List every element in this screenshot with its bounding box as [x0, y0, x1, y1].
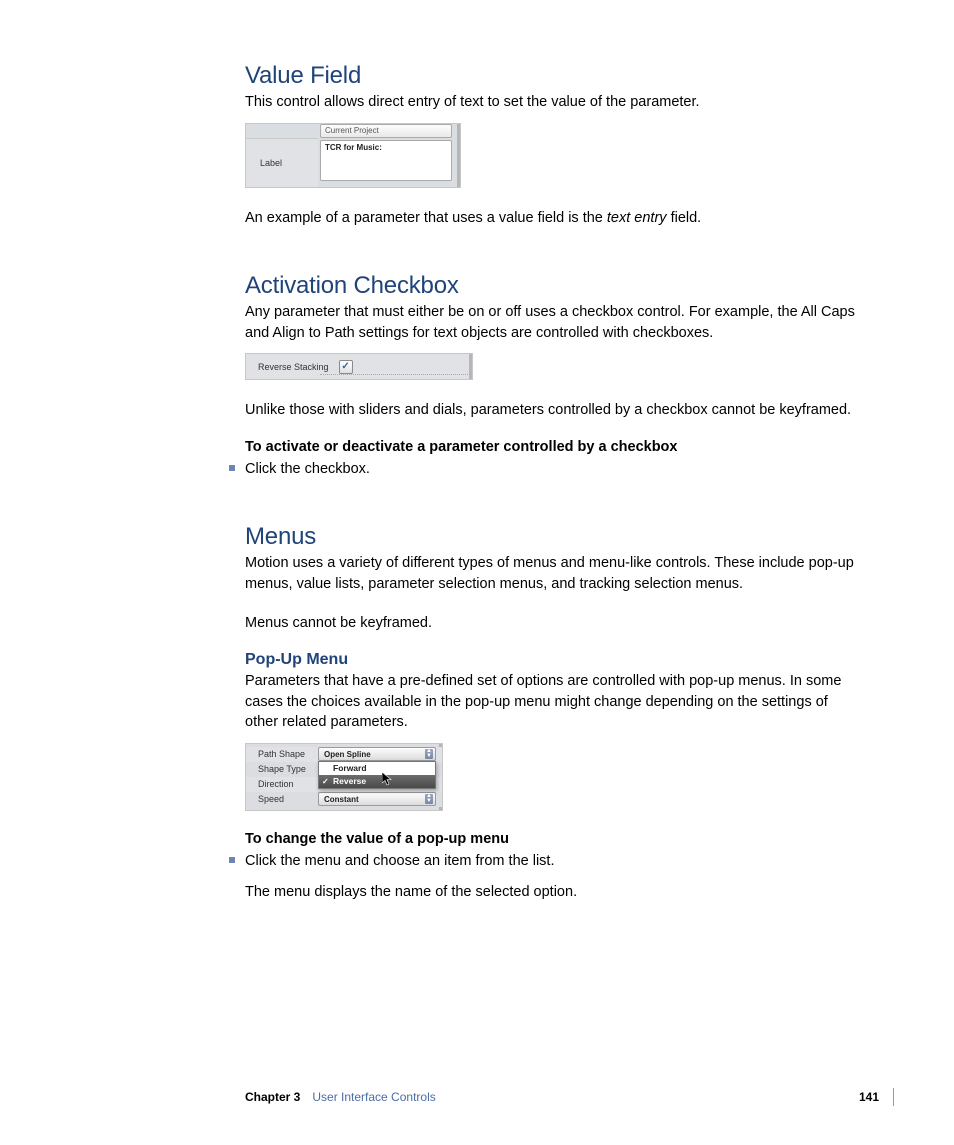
- paragraph: Motion uses a variety of different types…: [245, 553, 864, 594]
- cursor-icon: [382, 772, 392, 786]
- paragraph: Parameters that have a pre-defined set o…: [245, 671, 864, 733]
- figure-label: Label: [246, 139, 318, 187]
- figure-top-field: Current Project: [320, 124, 452, 138]
- footer-page-number: 141: [859, 1090, 893, 1104]
- figure-row-label: Speed: [258, 794, 318, 804]
- checkbox-icon: ✓: [339, 360, 353, 374]
- figure-checkbox-label: Reverse Stacking: [258, 362, 329, 372]
- procedure-heading: To activate or deactivate a parameter co…: [245, 439, 864, 455]
- procedure-step: Click the checkbox.: [227, 459, 864, 480]
- figure-checkbox: Reverse Stacking ✓: [245, 353, 473, 380]
- figure-row-label: Direction: [258, 779, 318, 789]
- paragraph: The menu displays the name of the select…: [245, 882, 864, 903]
- paragraph: This control allows direct entry of text…: [245, 92, 864, 113]
- figure-dropdown-menu: Forward Reverse: [318, 761, 436, 789]
- figure-value-field: Label Current Project TCR for Music:: [245, 123, 461, 188]
- figure-menu-item-selected: Reverse: [319, 775, 435, 788]
- paragraph: An example of a parameter that uses a va…: [245, 208, 864, 229]
- figure-row-label: Shape Type: [258, 764, 318, 774]
- footer-chapter-title: User Interface Controls: [312, 1090, 435, 1104]
- section-heading-value-field: Value Field: [245, 62, 864, 90]
- figure-popup: Constant▲▼: [318, 792, 436, 806]
- section-heading-menus: Menus: [245, 523, 864, 551]
- footer-chapter: Chapter 3: [245, 1090, 300, 1104]
- subsection-heading-popup-menu: Pop-Up Menu: [245, 651, 864, 669]
- page-footer: Chapter 3 User Interface Controls 141: [245, 1088, 894, 1106]
- paragraph: Unlike those with sliders and dials, par…: [245, 400, 864, 421]
- section-heading-activation-checkbox: Activation Checkbox: [245, 272, 864, 300]
- figure-menu-item: Forward: [319, 762, 435, 775]
- figure-row-label: Path Shape: [258, 749, 318, 759]
- figure-popup-menu: Path Shape Open Spline▲▼ Shape Type Dire…: [245, 743, 443, 811]
- procedure-heading: To change the value of a pop-up menu: [245, 831, 864, 847]
- document-page: Value Field This control allows direct e…: [0, 0, 954, 1145]
- procedure-step: Click the menu and choose an item from t…: [227, 851, 864, 872]
- paragraph: Menus cannot be keyframed.: [245, 613, 864, 634]
- figure-text-entry: TCR for Music:: [320, 140, 452, 181]
- paragraph: Any parameter that must either be on or …: [245, 302, 864, 343]
- figure-popup: Open Spline▲▼: [318, 747, 436, 761]
